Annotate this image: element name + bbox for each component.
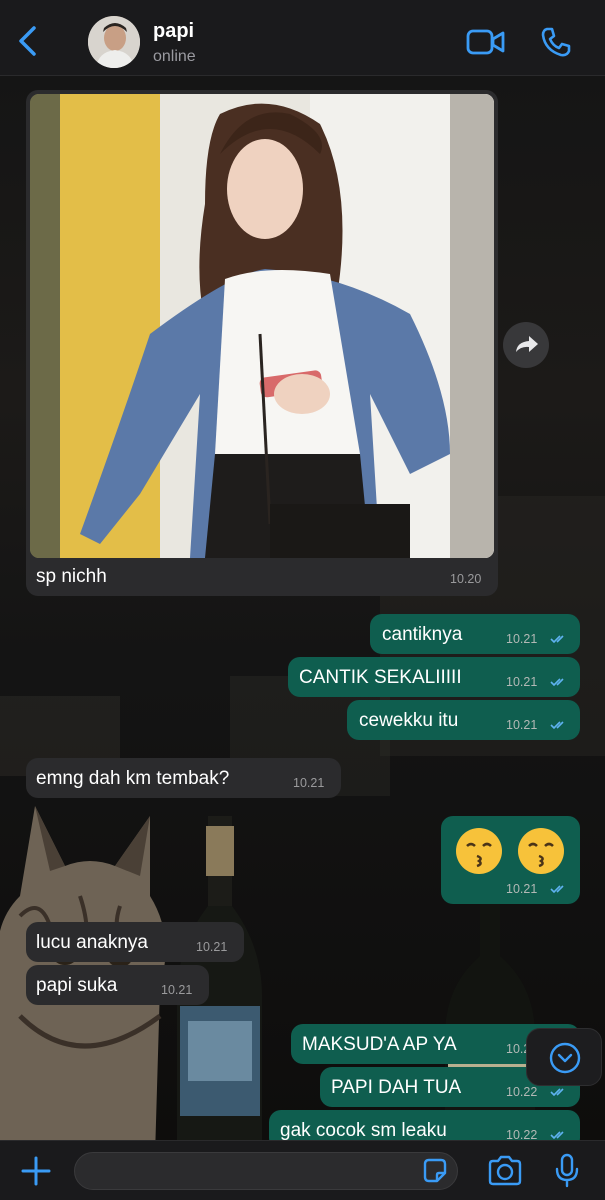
kissing-face-emoji-icon: [456, 828, 564, 874]
chevron-left-icon[interactable]: [14, 24, 42, 58]
message-text: papi suka: [36, 975, 118, 996]
chevron-down-circle-icon: [549, 1042, 581, 1074]
message-outgoing[interactable]: cewekku itu 10.21: [347, 700, 580, 740]
plus-icon[interactable]: [18, 1153, 54, 1189]
message-incoming[interactable]: lucu anaknya 10.21: [26, 922, 244, 962]
phone-icon[interactable]: [540, 26, 572, 58]
double-check-read-icon: [550, 1131, 564, 1140]
video-camera-icon[interactable]: [466, 28, 506, 56]
message-text: lucu anaknya: [36, 932, 148, 953]
message-text: gak cocok sm leaku: [280, 1120, 447, 1141]
message-time: 10.21: [506, 718, 538, 732]
message-time: 10.20: [450, 572, 482, 586]
contact-status: online: [153, 48, 196, 65]
message-outgoing-emoji[interactable]: 10.21: [441, 816, 580, 904]
microphone-icon[interactable]: [554, 1153, 580, 1189]
contact-avatar[interactable]: [88, 16, 140, 68]
message-outgoing[interactable]: CANTIK SEKALIIIII 10.21: [288, 657, 580, 697]
message-incoming[interactable]: papi suka 10.21: [26, 965, 209, 1005]
double-check-read-icon: [550, 721, 564, 730]
scroll-to-bottom-button[interactable]: [526, 1028, 602, 1086]
double-check-read-icon: [550, 678, 564, 687]
message-input[interactable]: [74, 1152, 458, 1190]
composer-bar: [0, 1140, 605, 1200]
double-check-read-icon: [550, 885, 564, 894]
camera-icon[interactable]: [486, 1155, 524, 1187]
message-time: 10.22: [506, 1085, 538, 1099]
message-time: 10.21: [506, 632, 538, 646]
double-check-read-icon: [550, 1088, 564, 1097]
message-text: cewekku itu: [359, 710, 459, 731]
message-outgoing[interactable]: cantiknya 10.21: [370, 614, 580, 654]
share-forward-icon[interactable]: [503, 322, 549, 368]
sticker-icon[interactable]: [420, 1156, 450, 1186]
message-time: 10.21: [161, 983, 193, 997]
chat-header: papi online: [0, 0, 605, 76]
double-check-read-icon: [550, 635, 564, 644]
message-time: 10.21: [506, 675, 538, 689]
message-incoming[interactable]: emng dah km tembak? 10.21: [26, 758, 341, 798]
message-text: emng dah km tembak?: [36, 768, 230, 789]
message-incoming-image[interactable]: sp nichh 10.20: [26, 90, 498, 596]
contact-name[interactable]: papi: [153, 20, 194, 43]
message-text: sp nichh: [36, 566, 107, 587]
message-text: MAKSUD'A AP YA: [302, 1034, 457, 1055]
message-time: 10.21: [196, 940, 228, 954]
photo-attachment[interactable]: [30, 94, 494, 558]
message-time: 10.21: [506, 882, 538, 896]
message-text: cantiknya: [382, 624, 463, 645]
message-text: PAPI DAH TUA: [331, 1077, 462, 1098]
message-time: 10.21: [293, 776, 325, 790]
message-text: CANTIK SEKALIIIII: [299, 667, 462, 688]
